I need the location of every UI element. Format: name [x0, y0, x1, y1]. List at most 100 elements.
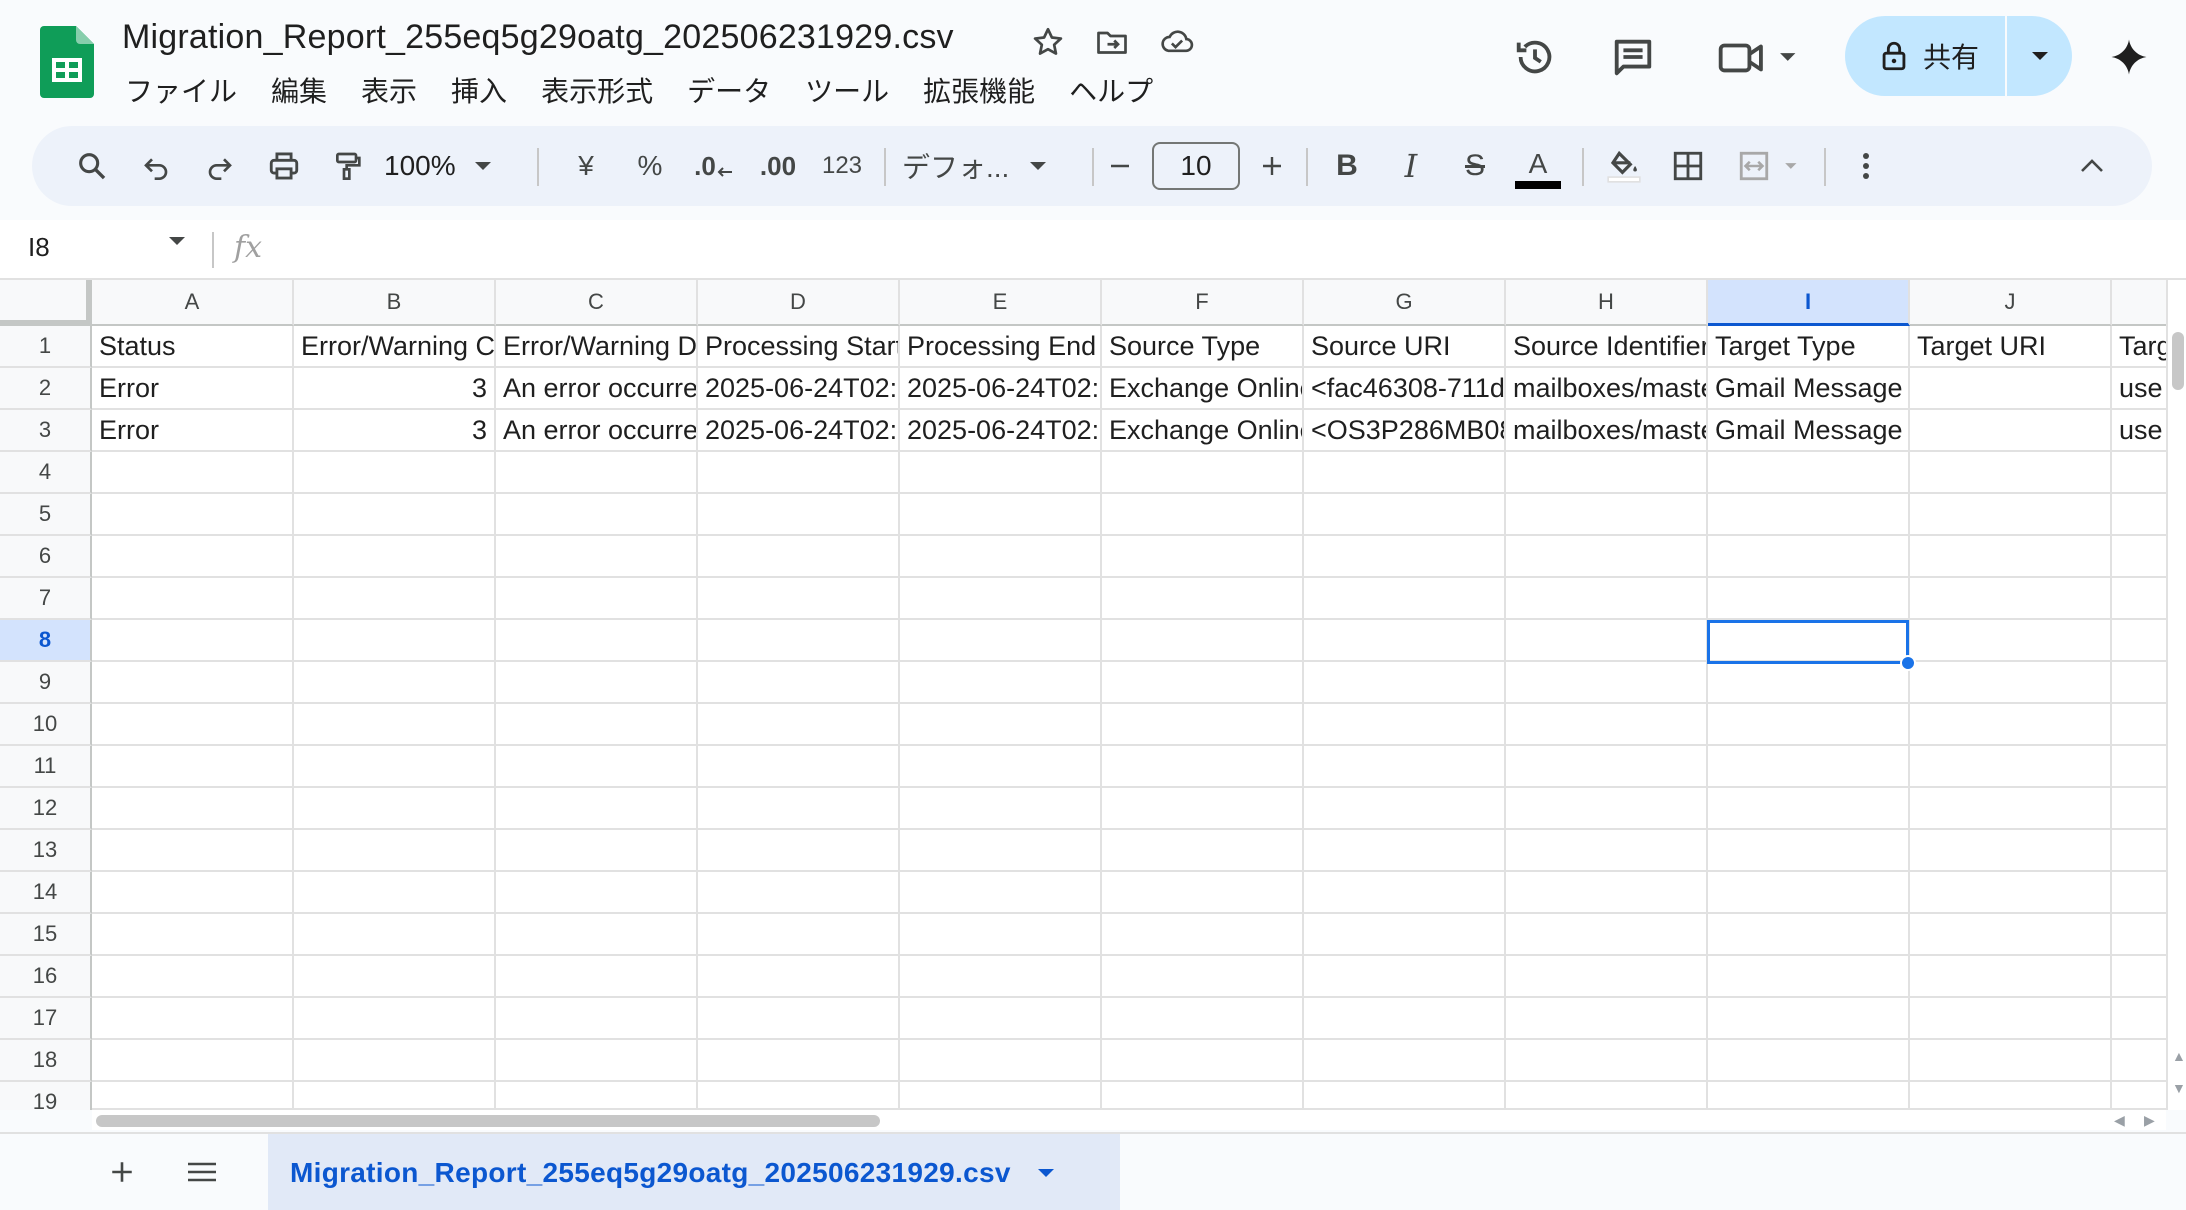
- cell-g15[interactable]: [1304, 914, 1506, 956]
- cell-c3[interactable]: An error occurre: [496, 410, 698, 452]
- column-header-e[interactable]: E: [900, 280, 1102, 326]
- menu-extensions[interactable]: 拡張機能: [923, 72, 1035, 112]
- cell-a7[interactable]: [92, 578, 294, 620]
- merge-cells-icon[interactable]: [1726, 126, 1816, 206]
- cell-k2[interactable]: use: [2112, 368, 2166, 410]
- cell-a19[interactable]: [92, 1082, 294, 1110]
- column-header-j[interactable]: J: [1910, 280, 2112, 326]
- header-cell[interactable]: Processing Start: [698, 326, 900, 368]
- header-cell[interactable]: Source Identifier: [1506, 326, 1708, 368]
- vertical-scroll-thumb[interactable]: [2172, 332, 2184, 390]
- menu-format[interactable]: 表示形式: [541, 72, 653, 112]
- increase-decimal-button[interactable]: .00: [746, 126, 810, 206]
- cell-i3[interactable]: Gmail Message: [1708, 410, 1910, 452]
- cell-h12[interactable]: [1506, 788, 1708, 830]
- cell-j9[interactable]: [1910, 662, 2112, 704]
- cell-e7[interactable]: [900, 578, 1102, 620]
- cell-j15[interactable]: [1910, 914, 2112, 956]
- formula-input[interactable]: [290, 230, 2150, 270]
- cell-d14[interactable]: [698, 872, 900, 914]
- cell-d13[interactable]: [698, 830, 900, 872]
- cell-h7[interactable]: [1506, 578, 1708, 620]
- cell-b11[interactable]: [294, 746, 496, 788]
- cell-j10[interactable]: [1910, 704, 2112, 746]
- cell-k10[interactable]: [2112, 704, 2166, 746]
- cell-b16[interactable]: [294, 956, 496, 998]
- all-sheets-menu-icon[interactable]: [180, 1150, 224, 1194]
- header-cell[interactable]: Source Type: [1102, 326, 1304, 368]
- menu-tools[interactable]: ツール: [805, 72, 889, 112]
- cell-j4[interactable]: [1910, 452, 2112, 494]
- cell-a13[interactable]: [92, 830, 294, 872]
- cloud-saved-icon[interactable]: [1158, 24, 1194, 60]
- move-to-folder-icon[interactable]: [1094, 24, 1130, 60]
- cell-i17[interactable]: [1708, 998, 1910, 1040]
- column-header-a[interactable]: A: [92, 280, 294, 326]
- cell-a11[interactable]: [92, 746, 294, 788]
- cell-a2[interactable]: Error: [92, 368, 294, 410]
- cell-b2[interactable]: 3: [294, 368, 496, 410]
- cell-j2[interactable]: [1910, 368, 2112, 410]
- sheet-tab[interactable]: Migration_Report_255eq5g29oatg_202506231…: [268, 1134, 1120, 1210]
- cell-j6[interactable]: [1910, 536, 2112, 578]
- cell-g3[interactable]: <OS3P286MB08: [1304, 410, 1506, 452]
- row-header-17[interactable]: 17: [0, 998, 92, 1040]
- menu-insert[interactable]: 挿入: [451, 72, 507, 112]
- row-header-8[interactable]: 8: [0, 620, 92, 662]
- cell-a4[interactable]: [92, 452, 294, 494]
- cell-d3[interactable]: 2025-06-24T02:2: [698, 410, 900, 452]
- cell-b8[interactable]: [294, 620, 496, 662]
- cell-g12[interactable]: [1304, 788, 1506, 830]
- cell-k19[interactable]: [2112, 1082, 2166, 1110]
- cell-i14[interactable]: [1708, 872, 1910, 914]
- cell-i2[interactable]: Gmail Message: [1708, 368, 1910, 410]
- cell-c5[interactable]: [496, 494, 698, 536]
- cell-b4[interactable]: [294, 452, 496, 494]
- column-header-f[interactable]: F: [1102, 280, 1304, 326]
- column-header-i[interactable]: I: [1708, 280, 1910, 326]
- cell-j17[interactable]: [1910, 998, 2112, 1040]
- cell-i8[interactable]: [1708, 620, 1910, 662]
- cell-j8[interactable]: [1910, 620, 2112, 662]
- font-size-input[interactable]: 10: [1152, 142, 1240, 190]
- cell-h9[interactable]: [1506, 662, 1708, 704]
- cell-k17[interactable]: [2112, 998, 2166, 1040]
- cell-g6[interactable]: [1304, 536, 1506, 578]
- cell-b10[interactable]: [294, 704, 496, 746]
- cell-c8[interactable]: [496, 620, 698, 662]
- cell-d17[interactable]: [698, 998, 900, 1040]
- cell-k4[interactable]: [2112, 452, 2166, 494]
- cell-g8[interactable]: [1304, 620, 1506, 662]
- cell-e9[interactable]: [900, 662, 1102, 704]
- cell-g19[interactable]: [1304, 1082, 1506, 1110]
- horizontal-scrollbar[interactable]: ◀ ▶: [92, 1108, 2166, 1130]
- column-header-h[interactable]: H: [1506, 280, 1708, 326]
- cell-d10[interactable]: [698, 704, 900, 746]
- select-all-corner[interactable]: [0, 280, 92, 326]
- vertical-scrollbar[interactable]: ▲ ▼: [2166, 280, 2186, 1110]
- decrease-decimal-button[interactable]: .0: [682, 126, 746, 206]
- cell-e14[interactable]: [900, 872, 1102, 914]
- cell-h5[interactable]: [1506, 494, 1708, 536]
- cell-h4[interactable]: [1506, 452, 1708, 494]
- cell-b14[interactable]: [294, 872, 496, 914]
- cell-e8[interactable]: [900, 620, 1102, 662]
- menu-help[interactable]: ヘルプ: [1069, 72, 1153, 112]
- cell-h16[interactable]: [1506, 956, 1708, 998]
- cell-b17[interactable]: [294, 998, 496, 1040]
- row-header-10[interactable]: 10: [0, 704, 92, 746]
- row-header-9[interactable]: 9: [0, 662, 92, 704]
- cell-i16[interactable]: [1708, 956, 1910, 998]
- cell-i5[interactable]: [1708, 494, 1910, 536]
- row-header-6[interactable]: 6: [0, 536, 92, 578]
- cell-i13[interactable]: [1708, 830, 1910, 872]
- cell-k6[interactable]: [2112, 536, 2166, 578]
- cell-j5[interactable]: [1910, 494, 2112, 536]
- cell-i9[interactable]: [1708, 662, 1910, 704]
- share-main[interactable]: 共有: [1845, 16, 2005, 96]
- row-header-14[interactable]: 14: [0, 872, 92, 914]
- bold-button[interactable]: B: [1322, 126, 1372, 206]
- cell-c6[interactable]: [496, 536, 698, 578]
- menu-view[interactable]: 表示: [361, 72, 417, 112]
- cell-f18[interactable]: [1102, 1040, 1304, 1082]
